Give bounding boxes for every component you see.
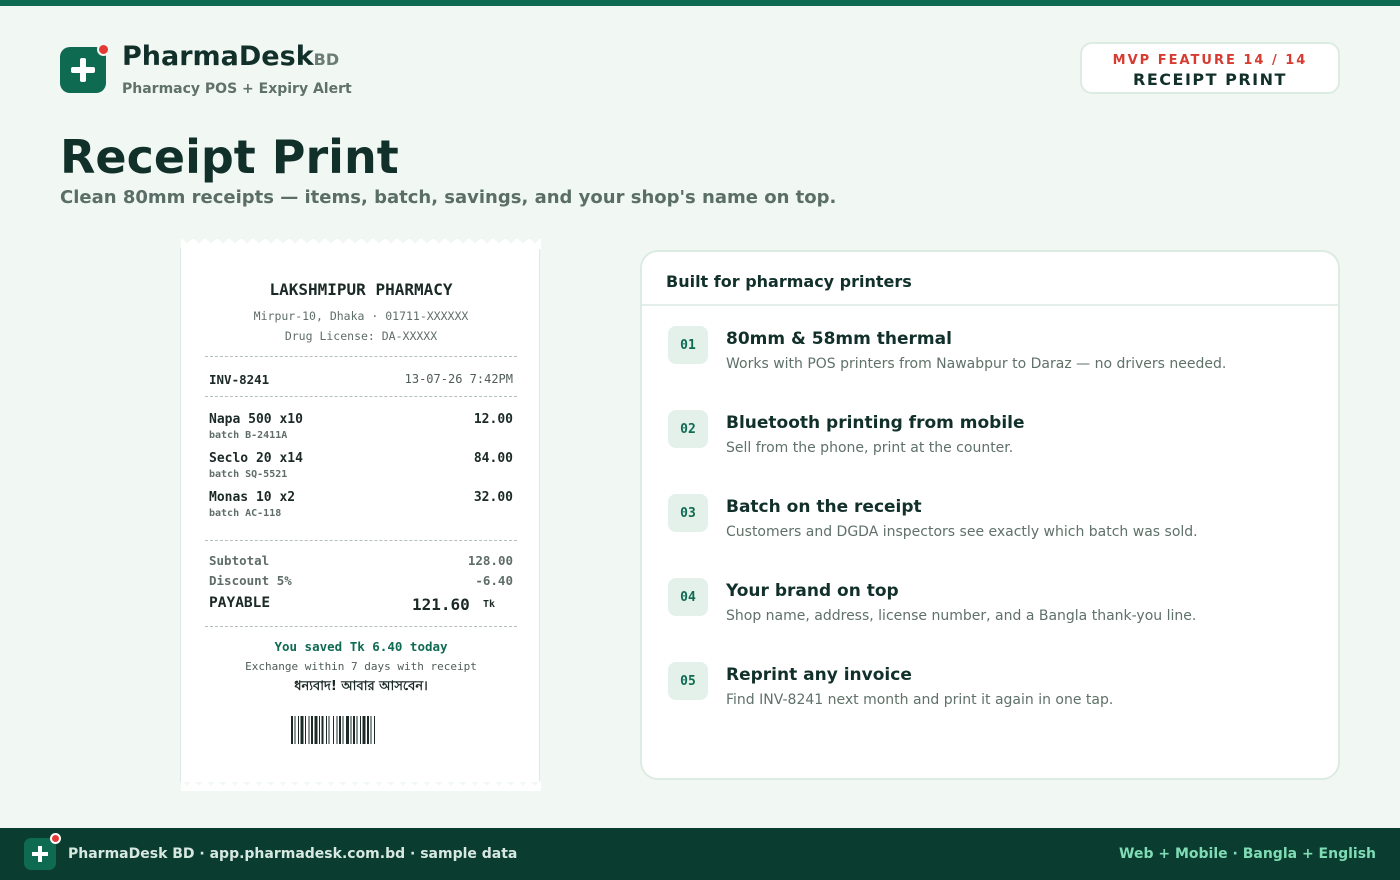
features-heading: Built for pharmacy printers [642, 252, 1338, 306]
receipt-datetime: 13-07-26 7:42PM [404, 372, 513, 386]
item-batch: batch AC-118 [209, 508, 282, 519]
receipt-shop-name: LAKSHMIPUR PHARMACY [269, 280, 453, 299]
receipt-preview: LAKSHMIPUR PHARMACY Mirpur-10, Dhaka · 0… [180, 239, 541, 791]
item-batch: batch B-2411A [209, 430, 288, 441]
receipt-item: Napa 500 x10 12.00 batch B-2411A [209, 412, 513, 441]
item-name: Napa 500 x10 [209, 412, 303, 427]
payable-amount: 121.60 [412, 595, 470, 614]
item-price: 32.00 [473, 490, 513, 505]
receipt-license: Drug License: DA-XXXXX [284, 329, 438, 343]
item-price: 12.00 [473, 412, 513, 427]
item-price: 84.00 [473, 451, 513, 466]
pharmacy-cross-icon [60, 42, 110, 93]
payable-label: PAYABLE [209, 595, 271, 611]
features-card: Built for pharmacy printers 01 80mm & 58… [640, 250, 1340, 780]
receipt-invoice-number: INV-8241 [209, 372, 270, 387]
feature-description: Find INV-8241 next month and print it ag… [726, 692, 1114, 708]
receipt-item: Monas 10 x2 32.00 batch AC-118 [209, 490, 513, 519]
feature-description: Shop name, address, license number, and … [726, 608, 1197, 624]
footer-platforms: Web + Mobile · Bangla + English [1119, 846, 1376, 862]
feature-title: Your brand on top [726, 581, 899, 601]
barcode-icon [291, 716, 375, 744]
subtotal-value: 128.00 [467, 553, 513, 568]
feature-title: Batch on the receipt [726, 497, 922, 517]
receipt-subtotal-row: Subtotal 128.00 [209, 553, 513, 568]
badge-label: RECEIPT PRINT [1133, 70, 1287, 89]
receipt-divider [205, 626, 517, 627]
feature-number: 03 [668, 494, 708, 532]
feature-description: Sell from the phone, print at the counte… [726, 440, 1014, 456]
brand-tagline: Pharmacy POS + Expiry Alert [122, 81, 352, 97]
item-name: Monas 10 x2 [209, 490, 296, 505]
item-batch: batch SQ-5521 [209, 469, 288, 480]
feature-number: 01 [668, 326, 708, 364]
receipt-savings: You saved Tk 6.40 today [274, 639, 448, 654]
brand-name: PharmaDeskBD [122, 41, 340, 72]
receipt-invoice-row: INV-8241 13-07-26 7:42PM [209, 372, 513, 387]
feature-title: 80mm & 58mm thermal [726, 329, 952, 349]
top-accent-bar [0, 0, 1400, 6]
brand-suffix: BD [313, 50, 340, 69]
feature-title: Bluetooth printing from mobile [726, 413, 1025, 433]
receipt-payable-row: PAYABLE 121.60 Tk [209, 595, 513, 614]
feature-number: 05 [668, 662, 708, 700]
footer-bar: PharmaDesk BD · app.pharmadesk.com.bd · … [0, 828, 1400, 880]
receipt-torn-edge-bottom [181, 781, 541, 791]
receipt-torn-edge-top [181, 239, 541, 249]
receipt-divider [205, 540, 517, 541]
item-name: Seclo 20 x14 [209, 451, 303, 466]
payable-currency: Tk [483, 599, 496, 610]
feature-number: 02 [668, 410, 708, 448]
footer-logo-icon [24, 833, 61, 870]
feature-badge: MVP FEATURE 14 / 14 RECEIPT PRINT [1080, 42, 1340, 94]
feature-description: Works with POS printers from Nawabpur to… [726, 356, 1227, 372]
discount-value: -6.40 [475, 573, 513, 588]
page-title: Receipt Print [60, 130, 399, 184]
page-subtitle: Clean 80mm receipts — items, batch, savi… [60, 187, 837, 208]
feature-number: 04 [668, 578, 708, 616]
feature-description: Customers and DGDA inspectors see exactl… [726, 524, 1198, 540]
footer-info: PharmaDesk BD · app.pharmadesk.com.bd · … [68, 846, 518, 862]
discount-label: Discount 5% [209, 573, 292, 588]
receipt-exchange-policy: Exchange within 7 days with receipt [245, 660, 477, 673]
brand-header: PharmaDeskBD Pharmacy POS + Expiry Alert [60, 42, 352, 97]
subtotal-label: Subtotal [209, 553, 270, 568]
receipt-item: Seclo 20 x14 84.00 batch SQ-5521 [209, 451, 513, 480]
notification-dot-icon [97, 42, 110, 56]
receipt-divider [205, 396, 517, 397]
receipt-discount-row: Discount 5% -6.40 [209, 573, 513, 588]
receipt-divider [205, 356, 517, 357]
receipt-address: Mirpur-10, Dhaka · 01711-XXXXXX [253, 309, 469, 323]
receipt-thank-you: ধন্যবাদ! আবার আসবেন। [294, 679, 428, 694]
feature-title: Reprint any invoice [726, 665, 912, 685]
badge-kicker: MVP FEATURE 14 / 14 [1112, 53, 1308, 68]
